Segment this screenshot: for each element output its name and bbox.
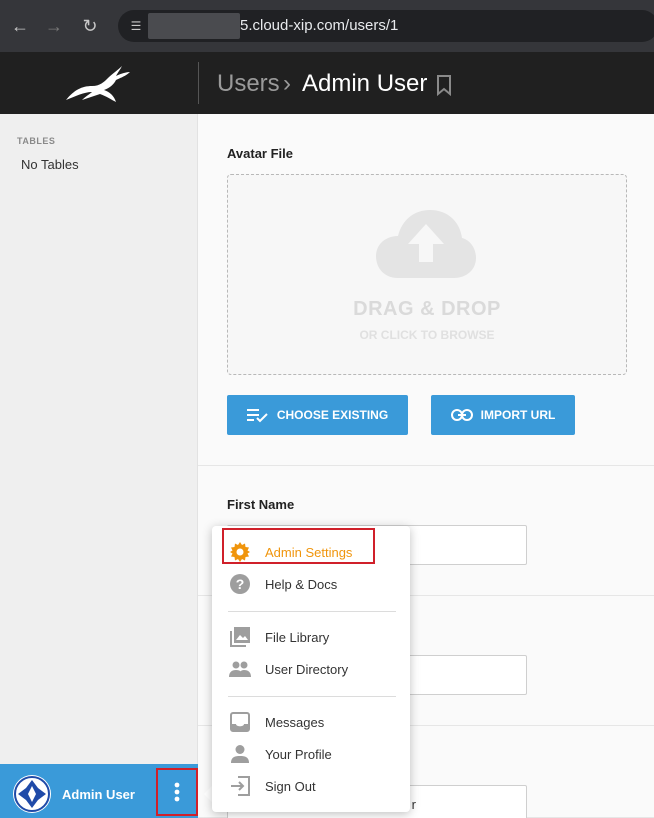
svg-text:?: ? xyxy=(236,576,245,592)
users-icon xyxy=(228,657,252,681)
avatar-file-label: Avatar File xyxy=(227,146,293,161)
menu-item-your-profile[interactable]: Your Profile xyxy=(228,742,398,766)
menu-item-file-library[interactable]: File Library xyxy=(228,625,398,649)
menu-item-label: File Library xyxy=(265,629,330,645)
import-url-label: IMPORT URL xyxy=(480,408,556,422)
sign-out-icon xyxy=(228,774,252,798)
breadcrumb-users[interactable]: Users xyxy=(217,70,280,98)
dropzone-title: DRAG & DROP xyxy=(353,298,501,320)
site-settings-icon[interactable]: ☰ xyxy=(126,16,146,36)
breadcrumb-separator: › xyxy=(283,70,291,97)
person-icon xyxy=(228,742,252,766)
menu-item-label: User Directory xyxy=(265,661,349,677)
tables-heading: TABLES xyxy=(17,136,56,146)
link-icon xyxy=(450,409,473,421)
sidebar xyxy=(0,114,198,764)
import-url-button[interactable]: IMPORT URL xyxy=(431,395,575,435)
bookmark-icon[interactable] xyxy=(435,74,453,96)
header-divider xyxy=(198,62,199,104)
menu-pointer xyxy=(204,786,212,802)
dropzone-subtitle: OR CLICK TO BROWSE xyxy=(359,328,495,342)
menu-divider xyxy=(228,611,396,612)
menu-divider xyxy=(228,696,396,697)
inbox-icon xyxy=(228,710,252,734)
menu-item-sign-out[interactable]: Sign Out xyxy=(228,774,398,798)
first-name-label: First Name xyxy=(227,497,295,512)
url-text[interactable]: 5.cloud-xip.com/users/1 xyxy=(240,16,398,36)
reload-icon[interactable]: ↻ xyxy=(78,14,102,38)
forward-arrow-icon[interactable]: → xyxy=(42,14,66,38)
user-menu-button[interactable] xyxy=(156,768,198,816)
menu-item-admin-settings[interactable]: Admin Settings xyxy=(228,540,398,564)
checklist-icon xyxy=(246,409,268,423)
rabbit-logo-icon[interactable] xyxy=(60,60,132,106)
no-tables-text: No Tables xyxy=(21,157,79,172)
menu-item-messages[interactable]: Messages xyxy=(228,710,398,734)
email-input-value: r xyxy=(411,797,416,812)
menu-item-label: Sign Out xyxy=(265,778,316,794)
page-title: Admin User xyxy=(302,70,428,97)
back-arrow-icon[interactable]: ← xyxy=(8,14,32,38)
gear-icon xyxy=(228,540,252,564)
current-user-name[interactable]: Admin User xyxy=(62,787,135,802)
menu-item-label: Help & Docs xyxy=(265,576,338,592)
choose-existing-button[interactable]: CHOOSE EXISTING xyxy=(227,395,408,435)
menu-item-label: Admin Settings xyxy=(265,544,353,560)
menu-item-help-docs[interactable]: ? Help & Docs xyxy=(228,572,398,596)
help-icon: ? xyxy=(228,572,252,596)
choose-existing-label: CHOOSE EXISTING xyxy=(276,408,389,422)
url-redacted xyxy=(148,13,240,39)
kebab-menu-icon xyxy=(174,782,180,802)
cloud-upload-icon xyxy=(376,210,476,278)
image-library-icon xyxy=(228,625,252,649)
avatar[interactable] xyxy=(12,774,52,814)
menu-item-label: Your Profile xyxy=(265,746,332,762)
menu-item-label: Messages xyxy=(265,714,325,730)
menu-item-user-directory[interactable]: User Directory xyxy=(228,657,398,681)
